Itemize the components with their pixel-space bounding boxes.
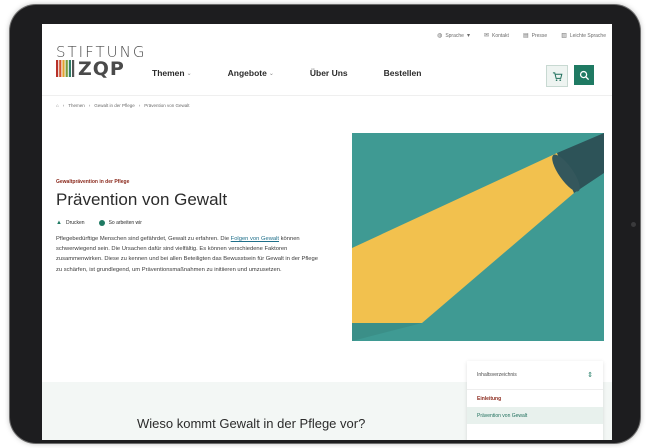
breadcrumb-item[interactable]: Themen bbox=[68, 103, 85, 108]
search-button[interactable] bbox=[574, 65, 594, 85]
utility-bar: ◍ Sprache ▾ ✉ Kontakt ▤ Presse ▥ Leichte… bbox=[437, 32, 606, 40]
breadcrumb-current: Prävention von Gewalt bbox=[144, 103, 190, 108]
section-heading: Wieso kommt Gewalt in der Pflege vor? bbox=[137, 416, 366, 431]
nav-item-ueber-uns[interactable]: Über Uns bbox=[310, 68, 348, 78]
nav-label: Themen bbox=[152, 68, 185, 78]
globe-icon: ◍ bbox=[437, 33, 443, 39]
chevron-down-icon: ▾ bbox=[466, 33, 470, 39]
breadcrumb-separator-icon: › bbox=[62, 103, 65, 108]
toc-header[interactable]: Inhaltsverzeichnis ⇕ bbox=[467, 361, 603, 390]
breadcrumb-item[interactable]: Gewalt in der Pflege bbox=[94, 103, 135, 108]
contact-link[interactable]: ✉ Kontakt bbox=[483, 32, 509, 40]
browser-screen: ◍ Sprache ▾ ✉ Kontakt ▤ Presse ▥ Leichte… bbox=[42, 24, 612, 440]
expand-toggle-icon[interactable]: ⇕ bbox=[587, 371, 593, 379]
nav-item-angebote[interactable]: Angebote ⌄ bbox=[228, 68, 274, 78]
header-divider bbox=[42, 95, 612, 96]
press-link[interactable]: ▤ Presse bbox=[522, 32, 548, 40]
toc-item-label: Einleitung bbox=[477, 395, 502, 402]
nav-item-bestellen[interactable]: Bestellen bbox=[384, 68, 422, 78]
mail-icon: ✉ bbox=[483, 33, 489, 39]
tablet-frame: ◍ Sprache ▾ ✉ Kontakt ▤ Presse ▥ Leichte… bbox=[10, 5, 640, 443]
search-icon bbox=[579, 70, 589, 80]
flashlight-illustration bbox=[352, 133, 604, 341]
article-actions: ▲ Drucken So arbeiten wir bbox=[56, 220, 142, 226]
consequences-link[interactable]: Folgen von Gewalt bbox=[231, 236, 279, 242]
page-title: Prävention von Gewalt bbox=[56, 190, 228, 209]
document-icon: ▤ bbox=[522, 33, 529, 39]
how-we-work-label: So arbeiten wir bbox=[108, 220, 142, 226]
cart-button[interactable] bbox=[546, 65, 568, 87]
cart-icon bbox=[552, 71, 562, 81]
book-icon: ▥ bbox=[561, 33, 567, 39]
toc-item-praevention[interactable]: Prävention von Gewalt bbox=[467, 407, 603, 424]
logo-wordmark[interactable]: ZQP bbox=[78, 58, 125, 80]
nav-item-themen[interactable]: Themen ⌄ bbox=[152, 68, 192, 78]
print-button[interactable]: ▲ Drucken bbox=[56, 220, 85, 226]
table-of-contents: Inhaltsverzeichnis ⇕ Einleitung Präventi… bbox=[467, 361, 603, 440]
easy-language-label: Leichte Sprache bbox=[569, 32, 606, 39]
tablet-camera bbox=[631, 222, 636, 227]
lead-text-1: Pflegebedürftige Menschen sind gefährdet… bbox=[56, 236, 230, 242]
toc-item-einleitung[interactable]: Einleitung bbox=[467, 390, 603, 407]
breadcrumb-separator-icon: › bbox=[88, 103, 91, 108]
how-we-work-link[interactable]: So arbeiten wir bbox=[98, 220, 142, 226]
easy-language-link[interactable]: ▥ Leichte Sprache bbox=[561, 32, 606, 40]
chevron-down-icon: ⌄ bbox=[268, 70, 274, 77]
article-lead: Pflegebedürftige Menschen sind gefährdet… bbox=[56, 234, 318, 275]
nav-label: Über Uns bbox=[309, 68, 348, 78]
article-kicker: Gewaltprävention in der Pflege bbox=[56, 179, 130, 185]
main-nav: Themen ⌄ Angebote ⌄ Über Uns Bestellen bbox=[152, 68, 421, 78]
contact-label: Kontakt bbox=[491, 32, 509, 39]
language-selector[interactable]: ◍ Sprache ▾ bbox=[437, 32, 470, 40]
nav-label: Bestellen bbox=[383, 68, 422, 78]
breadcrumb-separator-icon: › bbox=[138, 103, 141, 108]
home-icon[interactable]: ⌂ bbox=[56, 103, 59, 108]
flashlight-beam-image bbox=[352, 133, 604, 341]
print-label: Drucken bbox=[65, 220, 85, 226]
chevron-down-icon: ⌄ bbox=[186, 70, 192, 77]
info-icon bbox=[98, 220, 105, 226]
print-icon: ▲ bbox=[56, 220, 62, 226]
toc-heading: Inhaltsverzeichnis bbox=[477, 372, 517, 378]
toc-item-label: Prävention von Gewalt bbox=[477, 412, 528, 419]
breadcrumb: ⌂ › Themen › Gewalt in der Pflege › Präv… bbox=[56, 103, 190, 108]
language-label: Sprache bbox=[445, 32, 464, 39]
nav-label: Angebote bbox=[227, 68, 267, 78]
press-label: Presse bbox=[531, 32, 548, 39]
logo-stripes-icon[interactable] bbox=[56, 60, 76, 77]
